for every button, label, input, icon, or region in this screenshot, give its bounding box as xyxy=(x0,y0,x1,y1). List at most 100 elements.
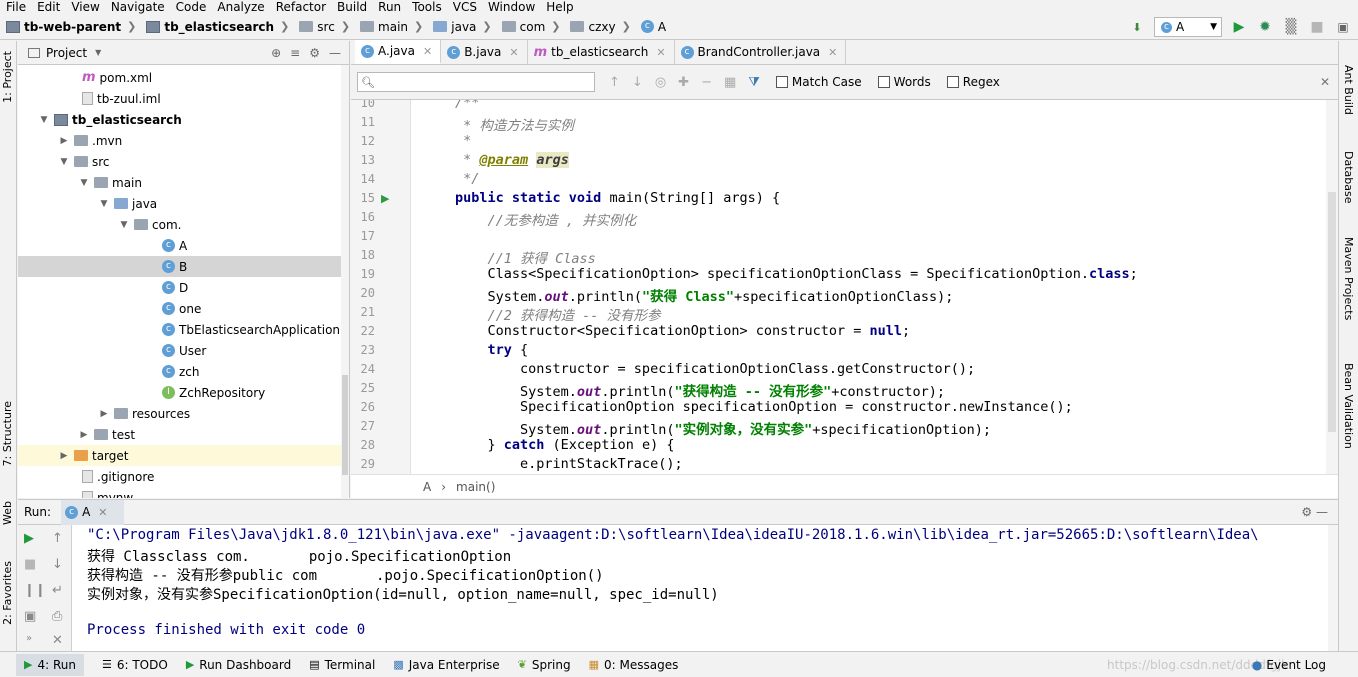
search-icon[interactable]: 🔍︎ xyxy=(361,76,375,89)
tree-item-zch-repository[interactable]: I ZchRepository xyxy=(18,382,349,403)
match-case-checkbox[interactable]: Match Case xyxy=(775,75,862,89)
code-area[interactable]: 10 11 12 13 14 15 16 17 18 19 20 21 22 2… xyxy=(351,100,1338,474)
breadcrumb-class[interactable]: A xyxy=(423,480,431,494)
find-input[interactable]: 🔍︎ xyxy=(357,72,595,92)
tree-item-com-package[interactable]: ▼ com. xyxy=(18,214,349,235)
tree-item-class-zch[interactable]: c zch xyxy=(18,361,349,382)
stop-icon[interactable]: ■ xyxy=(1308,18,1326,36)
filter-icon[interactable]: ⧩ xyxy=(748,75,760,90)
tab-structure-tool[interactable]: 7: Structure xyxy=(1,401,14,466)
tree-item-src[interactable]: ▼ src xyxy=(18,151,349,172)
run-configuration-select[interactable]: c A ▼ xyxy=(1154,17,1222,37)
collapse-icon[interactable]: ≡ xyxy=(290,46,300,60)
menu-vcs[interactable]: VCS xyxy=(453,1,477,13)
tree-item-main[interactable]: ▼ main xyxy=(18,172,349,193)
pause-icon[interactable]: ❙❙ xyxy=(24,583,46,598)
console-output[interactable]: "C:\Program Files\Java\jdk1.8.0_121\bin\… xyxy=(87,525,1327,652)
close-icon[interactable]: ✕ xyxy=(1320,75,1330,89)
tab-brand-controller-java[interactable]: c BrandController.java ✕ xyxy=(675,40,847,64)
arrow-up-icon[interactable]: ↑ xyxy=(52,531,63,546)
add-selection-icon[interactable]: ✚ xyxy=(678,75,689,90)
words-checkbox[interactable]: Words xyxy=(877,75,931,89)
tree-item-mvnw[interactable]: mvnw xyxy=(18,487,349,498)
print-icon[interactable]: ⎙ xyxy=(52,609,62,624)
console-scrollbar[interactable] xyxy=(1328,525,1338,652)
chevron-right-icon[interactable]: ▶ xyxy=(78,430,90,440)
chevron-down-icon[interactable]: ▼ xyxy=(118,220,130,230)
gear-icon[interactable]: ⚙ xyxy=(309,46,320,60)
tree-item-target[interactable]: ▶ target xyxy=(18,445,349,466)
crumb-tb-elasticsearch[interactable]: tb_elasticsearch ❯ xyxy=(146,20,293,34)
scrollbar-thumb[interactable] xyxy=(342,375,348,475)
project-scrollbar[interactable] xyxy=(341,65,349,498)
checkbox-box[interactable] xyxy=(775,76,788,88)
crumb-main[interactable]: main ❯ xyxy=(360,20,427,34)
close-icon[interactable]: ✕ xyxy=(656,46,665,59)
tree-item-tb-zuul-iml[interactable]: tb-zuul.iml xyxy=(18,88,349,109)
chevron-right-icon[interactable]: ▶ xyxy=(58,136,70,146)
select-all-icon[interactable]: ▦ xyxy=(724,75,736,90)
menu-help[interactable]: Help xyxy=(546,1,573,13)
run-gutter-icon[interactable]: ▶ xyxy=(381,192,389,205)
stop-icon[interactable]: ■ xyxy=(24,557,36,572)
tool-messages[interactable]: ▦ 0: Messages xyxy=(589,658,679,672)
tab-tb-elasticsearch[interactable]: m tb_elasticsearch ✕ xyxy=(528,40,675,64)
menu-analyze[interactable]: Analyze xyxy=(217,1,264,13)
tree-item-pom-xml[interactable]: m pom.xml xyxy=(18,67,349,88)
tool-terminal[interactable]: ▤ Terminal xyxy=(309,658,375,672)
checkbox-box[interactable] xyxy=(877,76,890,88)
tree-item-resources[interactable]: ▶ resources xyxy=(18,403,349,424)
menu-build[interactable]: Build xyxy=(337,1,367,13)
crumb-src[interactable]: src ❯ xyxy=(299,20,354,34)
tab-web-tool[interactable]: Web xyxy=(1,501,14,525)
locate-icon[interactable]: ⊕ xyxy=(271,46,281,60)
coverage-icon[interactable]: ▒ xyxy=(1282,18,1300,36)
tool-event-log[interactable]: ● Event Log xyxy=(1252,658,1326,672)
menu-edit[interactable]: Edit xyxy=(37,1,60,13)
wrap-icon[interactable]: ↵ xyxy=(52,583,63,598)
tab-database[interactable]: Database xyxy=(1342,151,1355,204)
tab-project-tool[interactable]: 1: Project xyxy=(1,51,14,103)
menu-window[interactable]: Window xyxy=(488,1,535,13)
checkbox-box[interactable] xyxy=(946,76,959,88)
gear-icon[interactable]: ⚙ — xyxy=(1301,505,1328,519)
arrow-up-icon[interactable]: ↑ xyxy=(609,75,620,90)
tool-spring[interactable]: ❦ Spring xyxy=(518,658,571,672)
tab-ant-build[interactable]: Ant Build xyxy=(1342,65,1355,115)
tree-item-tb-elasticsearch[interactable]: ▼ tb_elasticsearch xyxy=(18,109,349,130)
tree-item-mvn[interactable]: ▶ .mvn xyxy=(18,130,349,151)
tree-item-tb-elasticsearch-application[interactable]: c TbElasticsearchApplication xyxy=(18,319,349,340)
tool-run-dashboard[interactable]: ▶ Run Dashboard xyxy=(186,658,291,672)
rerun-icon[interactable]: ▶ xyxy=(24,531,34,546)
tool-java-enterprise[interactable]: ▩ Java Enterprise xyxy=(393,658,499,672)
menu-file[interactable]: File xyxy=(6,1,26,13)
arrow-down-icon[interactable]: ↓ xyxy=(52,557,63,572)
tab-favorites-tool[interactable]: 2: Favorites xyxy=(1,561,14,625)
chevron-down-icon[interactable]: ▼ xyxy=(58,157,70,167)
tool-todo[interactable]: ☰ 6: TODO xyxy=(102,658,168,672)
hide-icon[interactable]: — xyxy=(329,46,341,60)
crumb-tb-web-parent[interactable]: tb-web-parent ❯ xyxy=(6,20,140,34)
find-all-icon[interactable]: ◎ xyxy=(655,75,666,90)
tree-item-class-one[interactable]: c one xyxy=(18,298,349,319)
menu-navigate[interactable]: Navigate xyxy=(111,1,165,13)
remove-selection-icon[interactable]: − xyxy=(701,75,712,90)
chevron-right-icon[interactable]: ▶ xyxy=(98,409,110,419)
tree-item-class-d[interactable]: cD xyxy=(18,277,349,298)
close-icon[interactable]: ✕ xyxy=(509,46,518,59)
tree-item-gitignore[interactable]: .gitignore xyxy=(18,466,349,487)
crumb-java[interactable]: java ❯ xyxy=(433,20,495,34)
breadcrumb-method[interactable]: main() xyxy=(456,480,495,494)
arrow-down-icon[interactable]: ↓ xyxy=(632,75,643,90)
project-view-title[interactable]: Project xyxy=(46,46,87,60)
tree-item-class-a[interactable]: cA xyxy=(18,235,349,256)
tree-item-class-b[interactable]: cB xyxy=(18,256,349,277)
debug-icon[interactable]: ✹ xyxy=(1256,18,1274,36)
build-icon[interactable]: ⬇ xyxy=(1128,18,1146,36)
more-icon[interactable]: » xyxy=(26,633,32,644)
menu-tools[interactable]: Tools xyxy=(412,1,442,13)
clear-icon[interactable]: ✕ xyxy=(52,633,63,648)
crumb-czxy[interactable]: czxy ❯ xyxy=(570,20,634,34)
chevron-right-icon[interactable]: ▶ xyxy=(58,451,70,461)
close-icon[interactable]: ✕ xyxy=(828,46,837,59)
